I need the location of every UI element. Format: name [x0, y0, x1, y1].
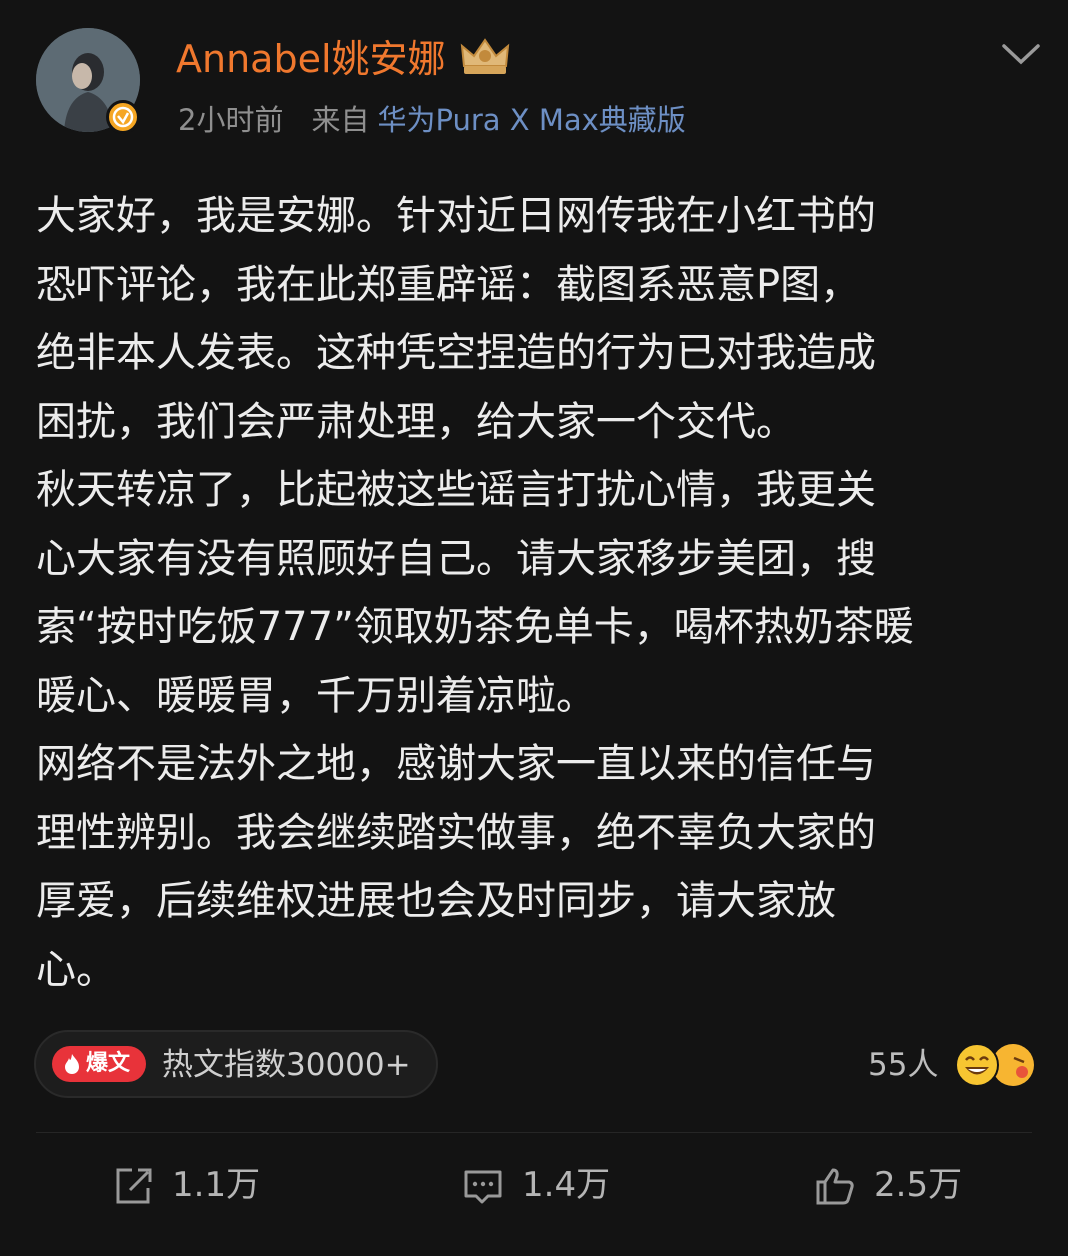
source-prefix: 来自: [311, 103, 370, 137]
divider: [36, 1132, 1032, 1133]
repost-count: 1.1万: [172, 1165, 261, 1205]
chevron-down-icon[interactable]: [998, 38, 1044, 68]
post-line: 困扰，我们会严肃处理，给大家一个交代。: [36, 398, 796, 445]
post-line: 绝非本人发表。这种凭空捏造的行为已对我造成: [36, 330, 876, 376]
post-line: 网络不是法外之地，感谢大家一直以来的信任与: [36, 741, 876, 787]
post-line: 心大家有没有照顾好自己。请大家移步美团，搜: [36, 535, 876, 582]
crown-icon: [460, 38, 510, 74]
source-device[interactable]: 华为Pura X Max典藏版: [377, 103, 685, 137]
post-time: 2小时前: [178, 103, 284, 137]
laughing-emoji-icon[interactable]: [954, 1042, 1000, 1088]
like-count: 2.5万: [874, 1165, 963, 1205]
post-body: 大家好，我是安娜。针对近日网传我在小红书的 恐吓评论，我在此郑重辟谣：截图系恶意…: [36, 182, 1036, 1004]
author-name[interactable]: Annabel姚安娜: [176, 34, 446, 84]
repost-button[interactable]: 1.1万: [112, 1160, 272, 1210]
comment-button[interactable]: 1.4万: [462, 1160, 622, 1210]
post-line: 恐吓评论，我在此郑重辟谣：截图系恶意P图，: [36, 261, 861, 308]
hot-index-text: 热文指数30000+: [162, 1047, 411, 1083]
hot-tag: 爆文: [52, 1046, 146, 1082]
thumbs-up-icon: [816, 1168, 854, 1205]
hot-index-pill[interactable]: 爆文 热文指数30000+: [34, 1030, 438, 1098]
post-line: 暖心、暖暖胃，千万别着凉啦。: [36, 672, 596, 719]
verified-badge-icon: [106, 100, 140, 134]
like-button[interactable]: 2.5万: [814, 1160, 974, 1210]
post-line: 厚爱，后续维权进展也会及时同步，请大家放: [36, 878, 836, 924]
post-line: 索“按时吃饭777”领取奶茶免单卡，喝杯热奶茶暖: [36, 604, 914, 650]
reaction-count[interactable]: 55人: [868, 1044, 938, 1086]
post-line: 心。: [36, 946, 116, 993]
comment-count: 1.4万: [522, 1165, 611, 1205]
post-line: 秋天转凉了，比起被这些谣言打扰心情，我更关: [36, 467, 876, 513]
post-line: 大家好，我是安娜。针对近日网传我在小红书的: [36, 193, 876, 239]
weibo-post-card: Annabel姚安娜 2小时前 来自 华为Pura X Max典藏版 大家好，我是安…: [0, 0, 1068, 1256]
hot-tag-label: 爆文: [86, 1051, 131, 1076]
comment-icon: [464, 1170, 502, 1204]
flame-icon: [65, 1054, 79, 1074]
post-line: 理性辨别。我会继续踏实做事，绝不辜负大家的: [36, 809, 876, 856]
post-meta: 2小时前 来自 华为Pura X Max典藏版: [178, 100, 686, 140]
repost-icon: [116, 1168, 152, 1204]
